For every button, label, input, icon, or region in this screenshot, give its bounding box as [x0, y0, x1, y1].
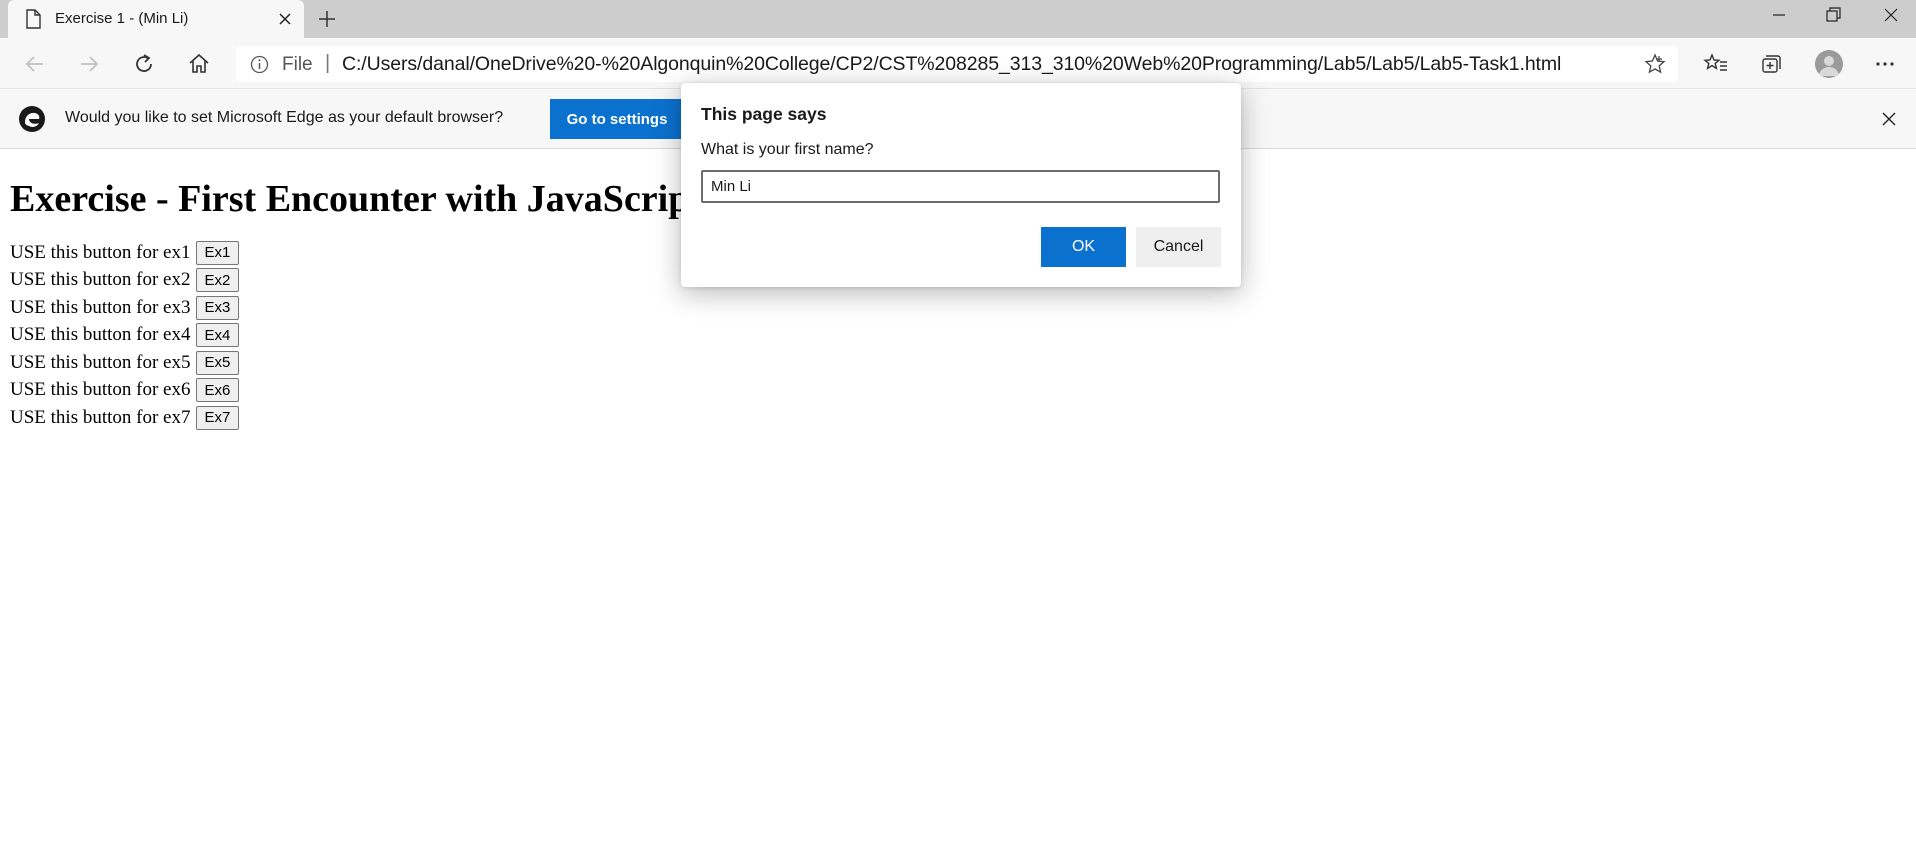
back-arrow-icon[interactable]: [22, 51, 48, 77]
dialog-message: What is your first name?: [701, 141, 874, 158]
exercise-row: USE this button for ex4 Ex4: [10, 322, 702, 350]
page-icon: [26, 9, 41, 29]
close-icon[interactable]: [276, 10, 294, 28]
exercise-row: USE this button for ex3 Ex3: [10, 294, 702, 322]
url-separator: |: [325, 52, 331, 74]
exercise-list: USE this button for ex1 Ex1 USE this but…: [10, 239, 702, 432]
profile-icon[interactable]: [1815, 50, 1843, 78]
ex7-button[interactable]: Ex7: [195, 405, 240, 430]
info-icon[interactable]: [250, 55, 269, 74]
address-bar[interactable]: File | C:/Users/danal/OneDrive%20-%20Alg…: [236, 46, 1678, 82]
exercise-label: USE this button for ex7: [10, 406, 191, 428]
exercise-row: USE this button for ex1 Ex1: [10, 239, 702, 267]
url-text[interactable]: C:/Users/danal/OneDrive%20-%20Algonquin%…: [342, 53, 1561, 76]
browser-tab[interactable]: Exercise 1 - (Min Li): [8, 0, 304, 38]
ok-button[interactable]: OK: [1041, 227, 1126, 267]
close-icon[interactable]: [1880, 110, 1898, 128]
ex4-button[interactable]: Ex4: [195, 323, 240, 348]
cancel-button[interactable]: Cancel: [1136, 227, 1221, 267]
ex6-button[interactable]: Ex6: [195, 378, 240, 403]
go-to-settings-button[interactable]: Go to settings: [550, 99, 684, 139]
exercise-label: USE this button for ex3: [10, 296, 191, 318]
url-scheme: File: [282, 54, 313, 75]
plus-icon[interactable]: [316, 8, 338, 30]
forward-arrow-icon[interactable]: [76, 51, 102, 77]
exercise-label: USE this button for ex1: [10, 241, 191, 263]
exercise-label: USE this button for ex5: [10, 351, 191, 373]
exercise-label: USE this button for ex6: [10, 379, 191, 401]
ex5-button[interactable]: Ex5: [195, 350, 240, 375]
exercise-row: USE this button for ex5 Ex5: [10, 349, 702, 377]
exercise-row: USE this button for ex7 Ex7: [10, 404, 702, 432]
close-icon[interactable]: [1880, 4, 1902, 26]
exercise-label: USE this button for ex4: [10, 324, 191, 346]
exercise-label: USE this button for ex2: [10, 269, 191, 291]
more-icon[interactable]: [1872, 51, 1898, 77]
exercise-row: USE this button for ex6 Ex6: [10, 377, 702, 405]
first-name-input[interactable]: [701, 170, 1220, 203]
ex3-button[interactable]: Ex3: [195, 295, 240, 320]
page-heading: Exercise - First Encounter with JavaScri…: [10, 178, 703, 220]
infobar-message: Would you like to set Microsoft Edge as …: [65, 109, 504, 126]
home-icon[interactable]: [186, 51, 212, 77]
exercise-row: USE this button for ex2 Ex2: [10, 267, 702, 295]
restore-icon[interactable]: [1822, 4, 1844, 26]
edge-logo-icon: [19, 106, 45, 132]
browser-toolbar: File | C:/Users/danal/OneDrive%20-%20Alg…: [0, 38, 1916, 88]
page-content: Exercise - First Encounter with JavaScri…: [10, 150, 702, 432]
tab-strip: Exercise 1 - (Min Li): [0, 0, 1916, 38]
dialog-title: This page says: [701, 104, 827, 124]
ex1-button[interactable]: Ex1: [195, 240, 240, 265]
minimize-icon[interactable]: [1768, 4, 1790, 26]
refresh-icon[interactable]: [131, 51, 157, 77]
favorites-icon[interactable]: [1703, 51, 1729, 77]
star-icon[interactable]: [1644, 53, 1666, 75]
collections-icon[interactable]: [1758, 51, 1784, 77]
ex2-button[interactable]: Ex2: [195, 268, 240, 293]
tab-title: Exercise 1 - (Min Li): [55, 10, 189, 27]
prompt-dialog: This page says What is your first name? …: [681, 83, 1241, 287]
